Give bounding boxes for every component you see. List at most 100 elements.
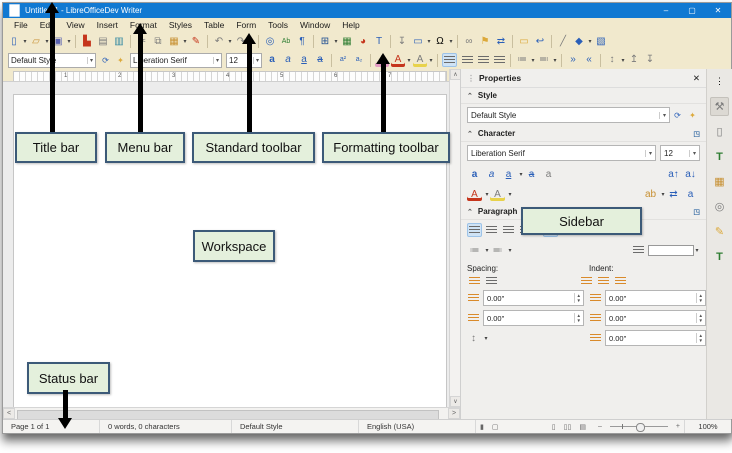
open-icon[interactable]: ▱ bbox=[29, 35, 43, 49]
single-page-view-icon[interactable]: ▯ bbox=[548, 423, 560, 431]
menu-styles[interactable]: Styles bbox=[163, 19, 198, 31]
basic-shapes-dropdown[interactable]: ▾ bbox=[587, 38, 593, 45]
style-section-header[interactable]: ⌃ Style bbox=[461, 88, 706, 104]
background-color-swatch[interactable] bbox=[648, 245, 694, 256]
font-color-dropdown[interactable]: ▾ bbox=[406, 57, 412, 64]
above-paragraph-spacing-field[interactable]: 0.00" ▲▼ bbox=[483, 290, 584, 306]
align-left-icon[interactable] bbox=[442, 53, 457, 67]
sidebar-font-name-combo[interactable]: Liberation Serif▾ bbox=[467, 145, 656, 161]
after-text-indent-field[interactable]: 0.00" ▲▼ bbox=[605, 310, 706, 326]
decrease-paragraph-spacing-icon[interactable]: ↧ bbox=[643, 53, 657, 67]
paragraph-dialog-launcher-icon[interactable]: ◳ bbox=[693, 208, 700, 216]
unordered-list-dropdown[interactable]: ▾ bbox=[530, 57, 536, 64]
line-spacing-icon[interactable]: ↕ bbox=[466, 331, 481, 345]
spelling-icon[interactable]: Ab bbox=[279, 35, 293, 49]
increase-font-size-icon[interactable]: a↑ bbox=[666, 167, 681, 181]
align-right-icon[interactable] bbox=[501, 223, 516, 237]
menu-view[interactable]: View bbox=[60, 19, 90, 31]
unordered-list-icon[interactable]: ≔ bbox=[515, 53, 529, 67]
italic-icon[interactable]: a bbox=[281, 53, 295, 67]
below-paragraph-spacing-field[interactable]: 0.00" ▲▼ bbox=[483, 310, 584, 326]
line-spacing-dropdown[interactable]: ▾ bbox=[620, 57, 626, 64]
decrease-font-size-icon[interactable]: a↓ bbox=[683, 167, 698, 181]
new-document-dropdown[interactable]: ▾ bbox=[22, 38, 28, 45]
decrease-paragraph-spacing-icon[interactable] bbox=[484, 274, 499, 288]
collapse-icon[interactable]: ⌃ bbox=[467, 208, 473, 216]
new-style-icon[interactable]: ✦ bbox=[686, 109, 699, 122]
selection-mode-icon[interactable]: ▮ bbox=[476, 423, 488, 431]
save-status-icon[interactable]: ▢ bbox=[488, 423, 503, 431]
text-language[interactable]: English (USA) bbox=[359, 420, 476, 433]
italic-icon[interactable]: a bbox=[484, 167, 499, 181]
decrease-indent-icon[interactable] bbox=[596, 274, 611, 288]
increase-indent-icon[interactable]: » bbox=[566, 53, 580, 67]
hyperlink-icon[interactable]: ∞ bbox=[462, 35, 476, 49]
page-count[interactable]: Page 1 of 1 bbox=[3, 420, 100, 433]
background-color-dropdown[interactable]: ▾ bbox=[694, 247, 700, 254]
paragraph-background-icon[interactable] bbox=[631, 243, 646, 257]
zoom-track[interactable] bbox=[610, 426, 668, 427]
paste-icon[interactable]: ▦ bbox=[167, 35, 181, 49]
line-spacing-dropdown[interactable]: ▾ bbox=[483, 335, 489, 342]
scroll-right-arrow[interactable]: > bbox=[448, 408, 460, 419]
character-section-header[interactable]: ⌃ Character ◳ bbox=[461, 126, 706, 142]
align-center-icon[interactable] bbox=[484, 223, 499, 237]
formatting-marks-icon[interactable]: ¶ bbox=[295, 35, 309, 49]
special-character-dropdown[interactable]: ▾ bbox=[448, 38, 454, 45]
export-pdf-icon[interactable]: ▙ bbox=[80, 35, 94, 49]
basic-shapes-icon[interactable]: ◆ bbox=[572, 35, 586, 49]
spinner[interactable]: ▲▼ bbox=[696, 293, 705, 303]
highlight-color-icon[interactable]: A bbox=[490, 187, 505, 201]
book-view-icon[interactable]: ▤ bbox=[575, 423, 590, 431]
update-style-icon[interactable]: ⟳ bbox=[671, 109, 684, 122]
spin-down-icon[interactable]: ▼ bbox=[697, 298, 705, 303]
paragraph-style-caret[interactable]: ▾ bbox=[87, 57, 93, 64]
spinner[interactable]: ▲▼ bbox=[696, 313, 705, 323]
increase-paragraph-spacing-icon[interactable]: ↥ bbox=[627, 53, 641, 67]
save-dropdown[interactable]: ▾ bbox=[66, 38, 72, 45]
shadow-icon[interactable]: a bbox=[541, 167, 556, 181]
multi-page-view-icon[interactable]: ▯▯ bbox=[560, 423, 576, 431]
insert-image-icon[interactable]: ▦ bbox=[340, 35, 354, 49]
spinner[interactable]: ▲▼ bbox=[696, 333, 705, 343]
insert-field-icon[interactable]: ▭ bbox=[411, 35, 425, 49]
menu-edit[interactable]: Edit bbox=[34, 19, 61, 31]
line-spacing-icon[interactable]: ↕ bbox=[605, 53, 619, 67]
new-style-icon[interactable]: ✦ bbox=[114, 54, 127, 67]
zoom-in-icon[interactable]: + bbox=[672, 423, 684, 430]
align-center-icon[interactable] bbox=[460, 53, 474, 67]
print-preview-icon[interactable]: ▥ bbox=[112, 35, 126, 49]
spin-down-icon[interactable]: ▼ bbox=[575, 318, 583, 323]
unordered-list-icon[interactable]: ≔ bbox=[467, 243, 482, 257]
insert-field-dropdown[interactable]: ▾ bbox=[426, 38, 432, 45]
bold-icon[interactable]: a bbox=[265, 53, 279, 67]
menu-window[interactable]: Window bbox=[294, 19, 336, 31]
decrease-indent-icon[interactable]: « bbox=[582, 53, 596, 67]
track-changes-icon[interactable]: ↩ bbox=[533, 35, 547, 49]
superscript-icon[interactable]: a² bbox=[336, 53, 350, 67]
word-count[interactable]: 0 words, 0 characters bbox=[100, 420, 232, 433]
character-dialog-launcher-icon[interactable]: ◳ bbox=[693, 130, 700, 138]
spin-down-icon[interactable]: ▼ bbox=[575, 298, 583, 303]
sidebar-settings-icon[interactable]: ⋮ bbox=[710, 72, 729, 91]
before-text-indent-field[interactable]: 0.00" ▲▼ bbox=[605, 290, 706, 306]
spin-down-icon[interactable]: ▼ bbox=[697, 338, 705, 343]
menu-form[interactable]: Form bbox=[230, 19, 262, 31]
sidebar-size-caret[interactable]: ▾ bbox=[689, 150, 696, 157]
strikethrough-icon[interactable]: a bbox=[524, 167, 539, 181]
find-replace-icon[interactable]: ◎ bbox=[263, 35, 277, 49]
font-name-combo[interactable]: Liberation Serif▾ bbox=[130, 53, 222, 68]
sidebar-style-caret[interactable]: ▾ bbox=[659, 112, 666, 119]
font-name-caret[interactable]: ▾ bbox=[213, 57, 219, 64]
restore-button[interactable]: ▢ bbox=[679, 3, 705, 18]
insert-line-icon[interactable]: ╱ bbox=[556, 35, 570, 49]
insert-table-icon[interactable]: ⊞ bbox=[318, 35, 332, 49]
show-draw-functions-icon[interactable]: ▧ bbox=[594, 35, 608, 49]
menu-tools[interactable]: Tools bbox=[262, 19, 294, 31]
new-document-icon[interactable]: ▯ bbox=[7, 35, 21, 49]
zoom-out-icon[interactable]: – bbox=[594, 423, 606, 430]
manage-changes-deck-icon[interactable]: ✎ bbox=[710, 222, 729, 241]
special-character-icon[interactable]: Ω bbox=[433, 35, 447, 49]
paste-dropdown[interactable]: ▾ bbox=[182, 38, 188, 45]
insert-chart-icon[interactable]: ◕ bbox=[356, 35, 370, 49]
